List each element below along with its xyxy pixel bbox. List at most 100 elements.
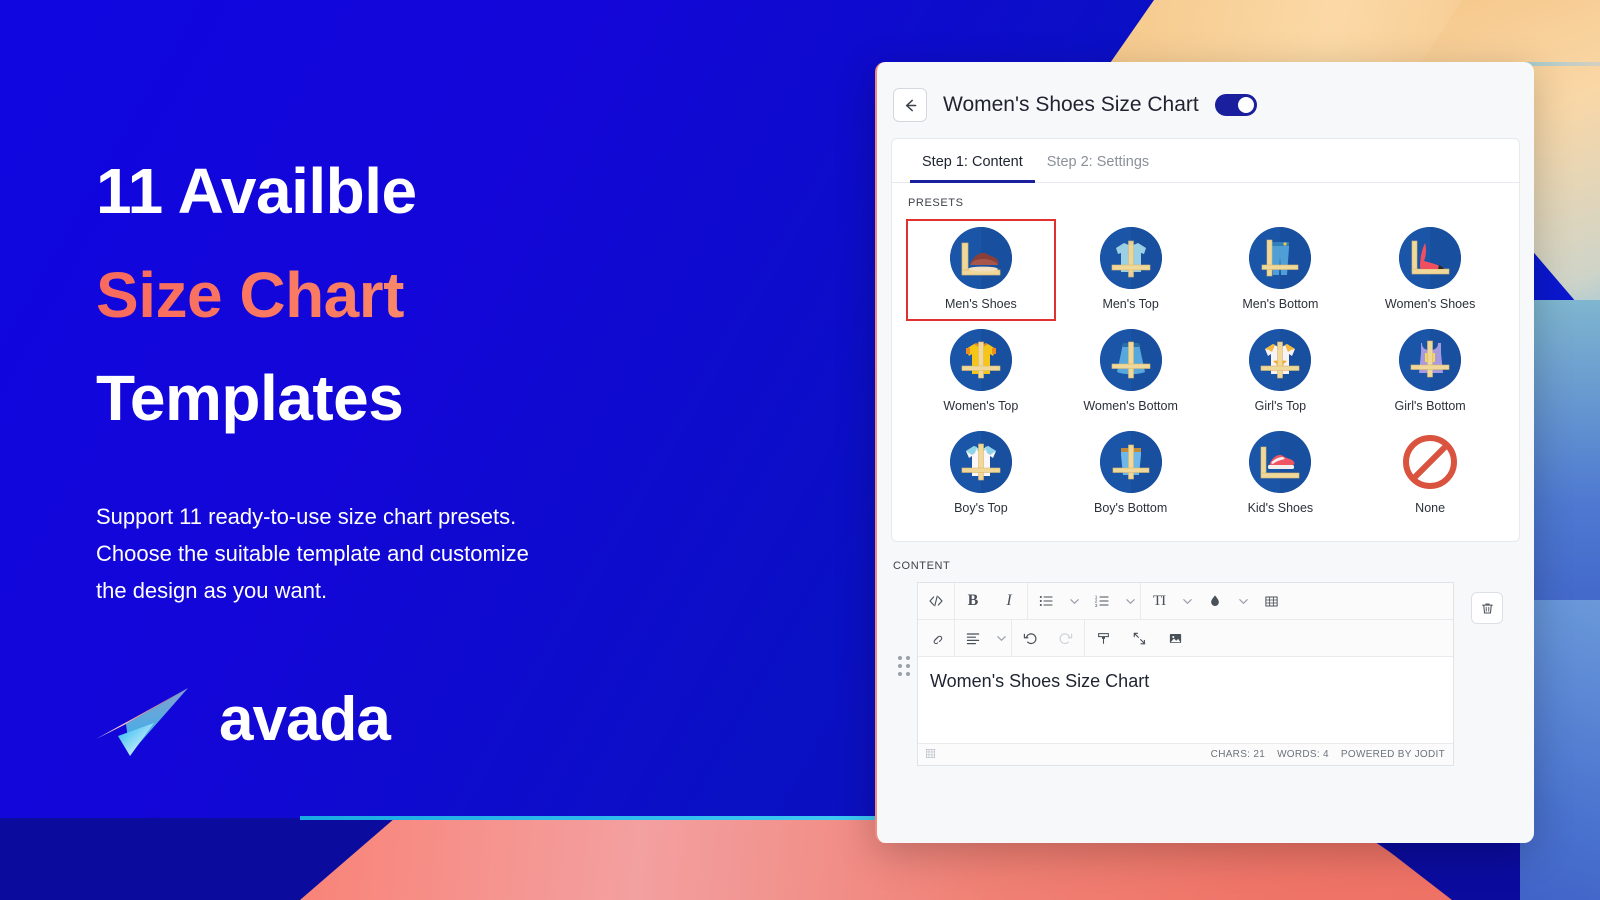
deco-peach-band-top [1108,0,1600,66]
align-button[interactable] [955,620,991,656]
preset-mens-bottom[interactable]: Men's Bottom [1206,219,1356,321]
mens-shirt-icon [1099,227,1162,289]
preset-label: Women's Bottom [1083,399,1178,413]
toolbar-group-history [1012,620,1085,656]
source-code-icon [929,595,943,607]
unordered-list-dropdown[interactable] [1064,583,1084,619]
delete-button[interactable] [1471,592,1503,624]
text-color-dropdown[interactable] [1233,583,1253,619]
toolbar-group-font: TI [1141,583,1289,619]
preset-girls-top[interactable]: Girl's Top [1206,321,1356,423]
ordered-list-button[interactable]: 1 2 3 [1084,583,1120,619]
girls-tshirt-icon [1249,329,1312,391]
promo-headline: 11 Availble Size Chart Templates [96,140,796,451]
womens-skirt-icon [1099,329,1162,391]
kids-sneaker-icon [1249,431,1312,493]
headline-line-2: Size Chart [96,244,796,348]
fullscreen-icon [1133,632,1145,644]
source-code-button[interactable] [918,583,954,619]
content-panel: Step 1: Content Step 2: Settings PRESETS [891,138,1520,542]
logo-wordmark: avada [219,685,391,754]
italic-button[interactable]: I [991,583,1027,619]
editor-toolbar-row-2 [918,620,1453,657]
headline-line-3: Templates [96,362,404,435]
status-words: WORDS: 4 [1277,749,1329,760]
preset-label: Girl's Top [1254,399,1307,413]
preset-label: Women's Shoes [1384,297,1476,311]
screenshot-root: 11 Availble Size Chart Templates Support… [0,0,1600,900]
svg-text:3: 3 [1095,603,1098,609]
boys-shorts-icon [1099,431,1162,493]
text-color-button[interactable] [1197,583,1233,619]
editor-content-area[interactable]: Women's Shoes Size Chart [918,657,1453,743]
preset-boys-bottom[interactable]: Boy's Bottom [1056,423,1206,525]
editor-status-bar: CHARS: 21 WORDS: 4 POWERED BY JODIT [918,743,1453,765]
ordered-list-dropdown[interactable] [1120,583,1140,619]
toolbar-group-style: B I [955,583,1028,619]
paper-plane-logo-icon [96,688,188,756]
undo-icon [1023,633,1037,645]
redo-button[interactable] [1048,620,1084,656]
page-title: Women's Shoes Size Chart [943,93,1199,116]
preset-kids-shoes[interactable]: Kid's Shoes [1206,423,1356,525]
align-dropdown[interactable] [991,620,1011,656]
tab-step-1-content[interactable]: Step 1: Content [910,139,1035,183]
promo-body-line-2: Choose the suitable template and customi… [96,540,529,566]
womens-tshirt-icon [949,329,1012,391]
preset-label: Men's Bottom [1242,297,1319,311]
drag-handle[interactable] [891,582,917,676]
enable-toggle[interactable] [1214,94,1257,116]
format-brush-button[interactable] [1085,620,1121,656]
link-button[interactable] [918,620,954,656]
font-size-dropdown[interactable] [1177,583,1197,619]
prohibition-icon [1399,431,1461,493]
preset-none[interactable]: None [1355,423,1505,525]
mens-jeans-icon [1249,227,1312,289]
preset-label: Boy's Bottom [1094,501,1168,515]
chevron-down-icon [996,635,1006,641]
preset-mens-top[interactable]: Men's Top [1056,219,1206,321]
toolbar-group-source [918,583,955,619]
preset-label: Girl's Bottom [1394,399,1466,413]
tab-step-2-settings[interactable]: Step 2: Settings [1035,139,1161,182]
preset-label: Men's Top [1102,297,1159,311]
preset-womens-shoes[interactable]: Women's Shoes [1355,219,1505,321]
resize-handle-icon[interactable] [925,748,936,761]
ordered-list-icon: 1 2 3 [1095,594,1109,609]
unordered-list-icon [1039,595,1053,607]
font-size-button[interactable]: TI [1141,583,1177,619]
delete-block-wrap [1454,582,1520,624]
preset-girls-bottom[interactable]: Girl's Bottom [1355,321,1505,423]
preset-label: Kid's Shoes [1247,501,1314,515]
promo-body-line-1: Support 11 ready-to-use size chart prese… [96,504,517,530]
promo-body: Support 11 ready-to-use size chart prese… [96,499,796,610]
table-button[interactable] [1253,583,1289,619]
content-section-label: CONTENT [893,560,951,572]
promo-body-line-3: the design as you want. [96,577,328,603]
image-icon [1169,633,1181,643]
image-button[interactable] [1157,620,1193,656]
high-heel-icon [1399,227,1462,289]
girls-overall-icon [1399,329,1462,391]
preset-womens-bottom[interactable]: Women's Bottom [1056,321,1206,423]
presets-section-label: PRESETS [908,197,964,209]
toolbar-group-lists: 1 2 3 [1028,583,1141,619]
drag-dots-icon [898,656,910,676]
preset-boys-top[interactable]: Boy's Top [906,423,1056,525]
bold-button[interactable]: B [955,583,991,619]
link-icon [933,635,942,644]
chevron-down-icon [1182,598,1192,604]
undo-button[interactable] [1012,620,1048,656]
align-left-icon [966,633,980,645]
fullscreen-button[interactable] [1121,620,1157,656]
back-button[interactable] [893,88,927,122]
toolbar-group-tools [1085,620,1193,656]
unordered-list-button[interactable] [1028,583,1064,619]
status-chars: CHARS: 21 [1210,749,1266,760]
preset-womens-top[interactable]: Women's Top [906,321,1056,423]
tab-bar: Step 1: Content Step 2: Settings [892,139,1519,183]
preset-label: Women's Top [943,399,1019,413]
preset-mens-shoes[interactable]: Men's Shoes [906,219,1056,321]
